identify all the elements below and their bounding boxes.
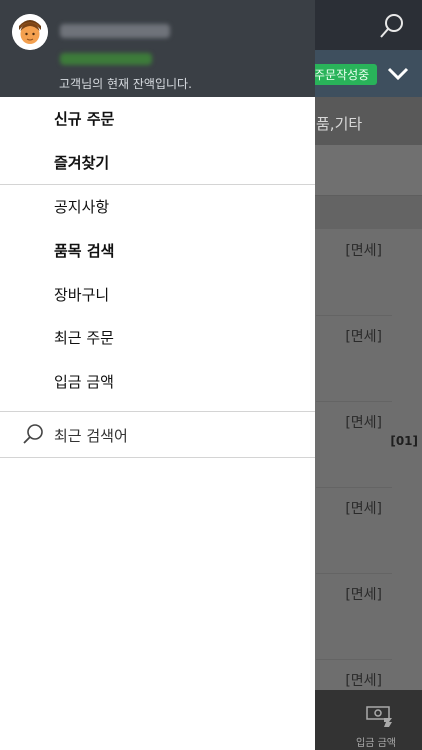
duty-free-label: [면세] [345,415,382,431]
recent-search-label[interactable]: 최근 검색어 [54,425,128,446]
category-label[interactable]: 품,기타 [316,113,362,134]
search-icon [23,424,43,444]
chevron-down-icon[interactable] [386,64,410,84]
deposit-tab-label[interactable]: 입금 금액 [356,734,396,749]
duty-free-label: [면세] [345,243,382,259]
menu-notice[interactable]: 공지사항 [54,196,109,217]
avatar[interactable] [12,14,48,50]
menu-divider [0,457,315,458]
menu-recent-orders[interactable]: 최근 주문 [54,327,114,348]
duty-free-label: [면세] [345,587,382,603]
search-icon[interactable] [378,12,406,40]
menu-new-order[interactable]: 신규 주문 [54,108,114,129]
deposit-icon[interactable] [366,704,396,728]
drawer-header: 고객님의 현재 잔액입니다. [0,0,315,97]
user-avatar-icon [12,14,48,50]
balance-note: 고객님의 현재 잔액입니다. [59,77,192,91]
order-status-badge: 주문작성중 [306,64,378,85]
menu-cart[interactable]: 장바구니 [54,284,109,305]
navigation-drawer: 고객님의 현재 잔액입니다. 신규 주문 즐겨찾기 공지사항 품목 검색 장바구… [0,0,315,750]
menu-deposit-amount[interactable]: 입금 금액 [54,371,114,392]
duty-free-label: [면세] [345,329,382,345]
item-code-label: [01] [390,434,418,448]
user-name [60,24,170,38]
menu-divider [0,411,315,412]
balance-value [60,53,152,65]
duty-free-label: [면세] [345,501,382,517]
duty-free-label: [면세] [345,673,382,689]
menu-divider [0,184,315,185]
menu-favorites[interactable]: 즐겨찾기 [54,152,109,173]
menu-item-search[interactable]: 품목 검색 [54,240,114,261]
